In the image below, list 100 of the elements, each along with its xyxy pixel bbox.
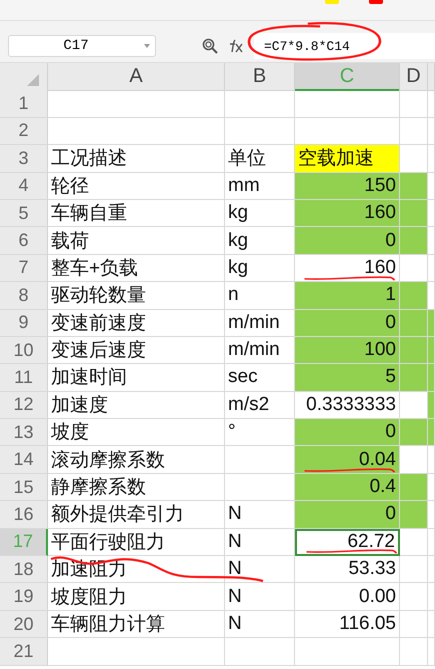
- column-header[interactable]: B: [225, 63, 295, 91]
- table-cell[interactable]: 滚动摩擦系数: [48, 446, 225, 474]
- highlight-color-icon[interactable]: [325, 0, 339, 4]
- row-header[interactable]: 18: [0, 556, 48, 584]
- table-cell[interactable]: [48, 638, 225, 666]
- table-cell[interactable]: [428, 336, 435, 364]
- table-cell[interactable]: m/s2: [225, 392, 295, 420]
- row-header[interactable]: 4: [0, 172, 48, 200]
- table-cell[interactable]: [428, 638, 435, 666]
- table-cell[interactable]: 加速时间: [48, 364, 225, 392]
- row-header[interactable]: 6: [0, 227, 48, 255]
- table-cell[interactable]: [400, 610, 428, 638]
- row-header[interactable]: 12: [0, 392, 48, 420]
- row-header[interactable]: 9: [0, 310, 48, 337]
- column-header[interactable]: D: [400, 63, 428, 91]
- row-header[interactable]: 15: [0, 474, 48, 502]
- table-cell[interactable]: 62.72: [295, 528, 400, 556]
- table-cell[interactable]: [225, 638, 295, 666]
- table-cell[interactable]: 空载加速: [295, 145, 400, 173]
- table-cell[interactable]: 53.33: [295, 556, 400, 584]
- table-cell[interactable]: [400, 501, 428, 529]
- table-cell[interactable]: 变速前速度: [48, 310, 225, 337]
- table-cell[interactable]: 0: [295, 501, 400, 529]
- table-cell[interactable]: 0.04: [295, 446, 400, 474]
- row-header[interactable]: 11: [0, 364, 48, 392]
- table-cell[interactable]: [400, 474, 428, 502]
- table-cell[interactable]: [428, 583, 435, 611]
- table-cell[interactable]: [400, 556, 428, 584]
- table-cell[interactable]: [400, 336, 428, 364]
- table-cell[interactable]: [400, 118, 428, 146]
- column-header[interactable]: [428, 63, 435, 91]
- table-cell[interactable]: N: [225, 583, 295, 611]
- table-cell[interactable]: [428, 172, 435, 200]
- table-cell[interactable]: 变速后速度: [48, 336, 225, 364]
- table-cell[interactable]: [428, 254, 435, 282]
- row-header[interactable]: 5: [0, 200, 48, 228]
- row-header[interactable]: 16: [0, 501, 48, 529]
- row-header[interactable]: 2: [0, 118, 48, 146]
- table-cell[interactable]: [428, 310, 435, 337]
- table-cell[interactable]: 150: [295, 172, 400, 200]
- select-all-button[interactable]: [0, 63, 48, 91]
- table-cell[interactable]: [400, 90, 428, 118]
- table-cell[interactable]: 工况描述: [48, 145, 225, 173]
- row-header[interactable]: 3: [0, 145, 48, 173]
- row-header[interactable]: 20: [0, 610, 48, 638]
- table-cell[interactable]: [428, 392, 435, 420]
- table-cell[interactable]: [428, 474, 435, 502]
- row-header[interactable]: 8: [0, 282, 48, 310]
- table-cell[interactable]: 载荷: [48, 227, 225, 255]
- table-cell[interactable]: [295, 638, 400, 666]
- table-cell[interactable]: 坡度阻力: [48, 583, 225, 611]
- table-cell[interactable]: [400, 310, 428, 337]
- table-cell[interactable]: 平面行驶阻力: [48, 528, 225, 556]
- table-cell[interactable]: 驱动轮数量: [48, 282, 225, 310]
- table-cell[interactable]: [428, 446, 435, 474]
- table-cell[interactable]: [400, 364, 428, 392]
- row-header[interactable]: 7: [0, 254, 48, 282]
- name-box[interactable]: C17: [8, 35, 156, 57]
- table-cell[interactable]: [428, 227, 435, 255]
- formula-field[interactable]: =C7*9.8*C14: [254, 33, 435, 59]
- row-header[interactable]: 19: [0, 583, 48, 611]
- row-header[interactable]: 1: [0, 90, 48, 118]
- table-cell[interactable]: 加速度: [48, 392, 225, 420]
- table-cell[interactable]: [400, 638, 428, 666]
- table-cell[interactable]: 116.05: [295, 610, 400, 638]
- table-cell[interactable]: 轮径: [48, 172, 225, 200]
- table-cell[interactable]: 坡度: [48, 419, 225, 446]
- table-cell[interactable]: [428, 200, 435, 228]
- table-cell[interactable]: [400, 200, 428, 228]
- table-cell[interactable]: [428, 118, 435, 146]
- table-cell[interactable]: 车辆阻力计算: [48, 610, 225, 638]
- table-cell[interactable]: [428, 610, 435, 638]
- table-cell[interactable]: N: [225, 556, 295, 584]
- table-cell[interactable]: [428, 528, 435, 556]
- table-cell[interactable]: 0: [295, 310, 400, 337]
- table-cell[interactable]: 160: [295, 200, 400, 228]
- table-cell[interactable]: [400, 282, 428, 310]
- row-header[interactable]: 10: [0, 336, 48, 364]
- table-cell[interactable]: [400, 528, 428, 556]
- table-cell[interactable]: 0.00: [295, 583, 400, 611]
- table-cell[interactable]: [225, 118, 295, 146]
- table-cell[interactable]: [428, 556, 435, 584]
- row-header[interactable]: 13: [0, 419, 48, 446]
- table-cell[interactable]: 整车+负载: [48, 254, 225, 282]
- table-cell[interactable]: [428, 501, 435, 529]
- table-cell[interactable]: [295, 90, 400, 118]
- table-cell[interactable]: [48, 118, 225, 146]
- table-cell[interactable]: 0.4: [295, 474, 400, 502]
- table-cell[interactable]: N: [225, 610, 295, 638]
- table-cell[interactable]: 0: [295, 419, 400, 446]
- row-header[interactable]: 21: [0, 638, 48, 666]
- table-cell[interactable]: [428, 419, 435, 446]
- table-cell[interactable]: 静摩擦系数: [48, 474, 225, 502]
- table-cell[interactable]: [400, 419, 428, 446]
- table-cell[interactable]: 1: [295, 282, 400, 310]
- table-cell[interactable]: 额外提供牵引力: [48, 501, 225, 529]
- table-cell[interactable]: [225, 90, 295, 118]
- table-cell[interactable]: 100: [295, 336, 400, 364]
- table-cell[interactable]: 0: [295, 227, 400, 255]
- table-cell[interactable]: 车辆自重: [48, 200, 225, 228]
